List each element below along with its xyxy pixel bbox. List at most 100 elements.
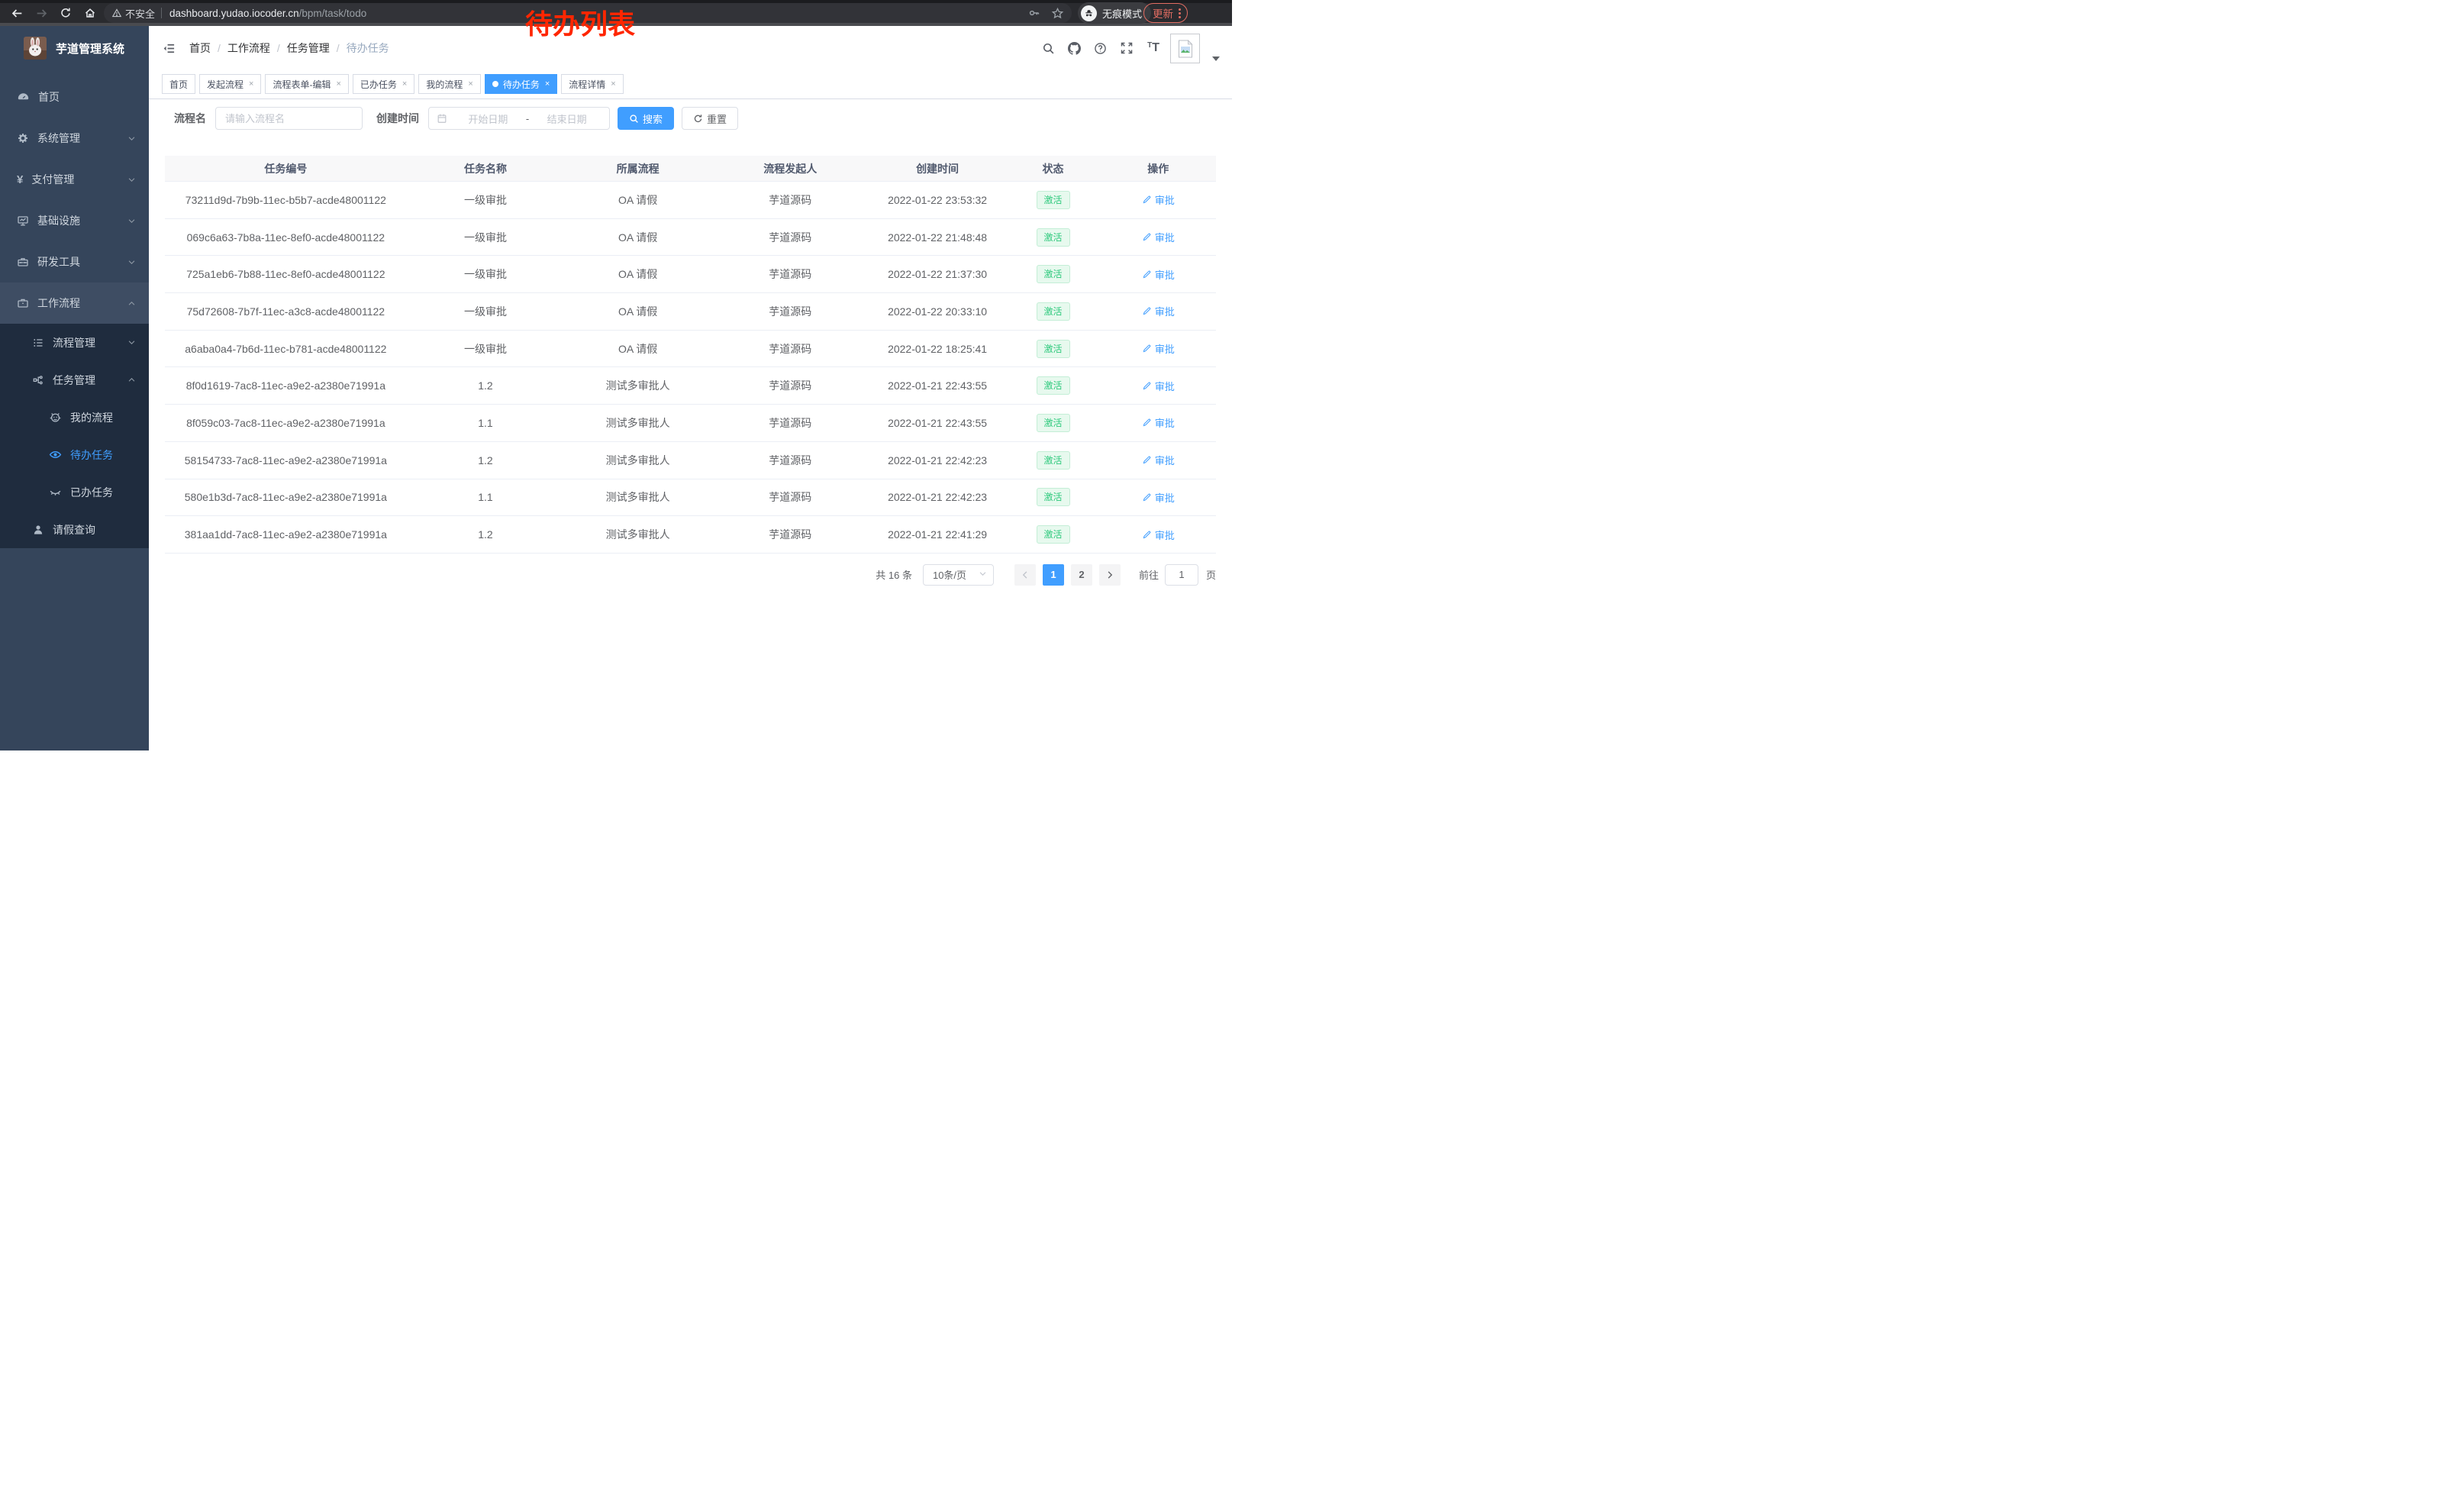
- sidebar-item-todo-task[interactable]: 待办任务: [0, 436, 149, 473]
- breadcrumb-separator: /: [337, 42, 340, 54]
- tab-close-icon[interactable]: ×: [336, 79, 340, 89]
- avatar[interactable]: [1170, 34, 1200, 63]
- cell-name: 1.1: [407, 417, 565, 429]
- status-badge: 激活: [1037, 488, 1070, 506]
- cell-process: OA 请假: [564, 230, 711, 245]
- approve-link[interactable]: 审批: [1142, 267, 1175, 282]
- table-row: 069c6a63-7b8a-11ec-8ef0-acde48001122一级审批…: [165, 219, 1216, 257]
- cell-status: 激活: [1006, 191, 1101, 209]
- tab-close-icon[interactable]: ×: [611, 79, 615, 89]
- reset-button[interactable]: 重置: [682, 107, 738, 130]
- update-label: 更新: [1153, 5, 1173, 21]
- chevron-down-icon: [127, 338, 136, 347]
- next-page-button[interactable]: [1099, 564, 1121, 586]
- approve-link-label: 审批: [1155, 415, 1175, 430]
- cell-id: 75d72608-7b7f-11ec-a3c8-acde48001122: [165, 305, 407, 318]
- process-name-input[interactable]: [215, 107, 363, 130]
- browser-back-icon[interactable]: [9, 5, 24, 21]
- date-range-picker[interactable]: 开始日期 - 结束日期: [428, 107, 610, 130]
- app-logo[interactable]: 芋道管理系统: [0, 26, 149, 70]
- tab-close-icon[interactable]: ×: [468, 79, 472, 89]
- sidebar-item-label: 首页: [38, 89, 60, 105]
- cell-starter: 芋道源码: [711, 527, 869, 542]
- approve-link[interactable]: 审批: [1142, 192, 1175, 207]
- sidebar-item-home[interactable]: 首页: [0, 76, 149, 118]
- sidebar-item-payment[interactable]: ¥支付管理: [0, 159, 149, 200]
- search-icon[interactable]: [1042, 42, 1055, 55]
- avatar-dropdown-caret[interactable]: [1212, 56, 1220, 61]
- font-size-icon[interactable]: TT: [1147, 41, 1159, 55]
- cell-starter: 芋道源码: [711, 230, 869, 245]
- approve-link[interactable]: 审批: [1142, 230, 1175, 244]
- key-icon[interactable]: [1028, 7, 1040, 19]
- table-row: 73211d9d-7b9b-11ec-b5b7-acde48001122一级审批…: [165, 182, 1216, 219]
- approve-link[interactable]: 审批: [1142, 379, 1175, 393]
- briefcase-icon: [17, 297, 29, 309]
- cell-created: 2022-01-21 22:43:55: [869, 379, 1006, 392]
- search-button[interactable]: 搜索: [618, 107, 674, 130]
- browser-home-icon[interactable]: [82, 5, 98, 21]
- tab-home[interactable]: 首页: [162, 74, 195, 94]
- approve-link[interactable]: 审批: [1142, 304, 1175, 318]
- cell-created: 2022-01-22 18:25:41: [869, 343, 1006, 355]
- approve-link[interactable]: 审批: [1142, 490, 1175, 505]
- breadcrumb-separator: /: [277, 42, 280, 54]
- breadcrumb-item[interactable]: 任务管理: [287, 40, 330, 56]
- main-area: 首页/工作流程/任务管理/待办任务 TT 首页发起流程×流程表单-编辑×已办任务…: [149, 26, 1232, 750]
- chevron-down-icon: [127, 176, 136, 184]
- page-size-select[interactable]: 10条/页: [923, 564, 994, 586]
- approve-link[interactable]: 审批: [1142, 528, 1175, 542]
- approve-link-label: 审批: [1155, 230, 1175, 244]
- update-button[interactable]: 更新: [1143, 3, 1188, 23]
- help-icon[interactable]: [1094, 42, 1107, 55]
- incognito-label: 无痕模式: [1102, 6, 1142, 21]
- url-host: dashboard.yudao.iocoder.cn: [169, 8, 299, 19]
- page-button-2[interactable]: 2: [1071, 564, 1092, 586]
- prev-page-button[interactable]: [1014, 564, 1036, 586]
- sidebar-item-process-mgmt[interactable]: 流程管理: [0, 324, 149, 361]
- tab-todo-task[interactable]: 待办任务 ×: [485, 74, 557, 94]
- tab-process-detail[interactable]: 流程详情×: [561, 74, 623, 94]
- browser-menu-icon[interactable]: [1179, 8, 1181, 18]
- approve-link[interactable]: 审批: [1142, 341, 1175, 356]
- sidebar-item-infrastructure[interactable]: 基础设施: [0, 200, 149, 241]
- sidebar-item-label: 流程管理: [53, 335, 95, 350]
- browser-reload-icon[interactable]: [58, 5, 73, 21]
- tab-done-task[interactable]: 已办任务×: [353, 74, 414, 94]
- search-button-icon: [629, 114, 639, 124]
- approve-link[interactable]: 审批: [1142, 415, 1175, 430]
- sidebar-item-leave-query[interactable]: 请假查询: [0, 511, 149, 548]
- tab-close-icon[interactable]: ×: [249, 79, 253, 89]
- sidebar-fold-icon[interactable]: [163, 42, 176, 59]
- content: 流程名 创建时间 开始日期 - 结束日期 搜索: [149, 107, 1232, 586]
- tab-start-process[interactable]: 发起流程×: [199, 74, 261, 94]
- refresh-icon: [693, 114, 703, 124]
- column-header: 操作: [1100, 161, 1215, 176]
- tab-form-edit[interactable]: 流程表单-编辑×: [265, 74, 348, 94]
- sidebar-item-workflow[interactable]: 工作流程: [0, 282, 149, 324]
- cell-id: 381aa1dd-7ac8-11ec-a9e2-a2380e71991a: [165, 528, 407, 541]
- tab-label: 待办任务: [503, 78, 540, 91]
- cell-id: 580e1b3d-7ac8-11ec-a9e2-a2380e71991a: [165, 491, 407, 503]
- sidebar-item-system[interactable]: 系统管理: [0, 118, 149, 159]
- approve-link[interactable]: 审批: [1142, 453, 1175, 467]
- cell-action: 审批: [1100, 453, 1215, 467]
- cell-starter: 芋道源码: [711, 415, 869, 431]
- sidebar-item-done-task[interactable]: 已办任务: [0, 473, 149, 511]
- github-icon[interactable]: [1068, 42, 1081, 55]
- breadcrumb-item[interactable]: 首页: [189, 40, 211, 56]
- browser-forward-icon[interactable]: [34, 5, 49, 21]
- fullscreen-icon[interactable]: [1121, 42, 1133, 54]
- pagination-total: 共 16 条: [876, 567, 912, 582]
- breadcrumb-item[interactable]: 工作流程: [227, 40, 270, 56]
- breadcrumb: 首页/工作流程/任务管理/待办任务: [189, 26, 389, 70]
- bookmark-star-icon[interactable]: [1051, 7, 1064, 20]
- page-button-1[interactable]: 1: [1043, 564, 1064, 586]
- goto-page-input[interactable]: [1165, 564, 1198, 586]
- tab-close-icon[interactable]: ×: [402, 79, 407, 89]
- sidebar-item-task-mgmt[interactable]: 任务管理: [0, 361, 149, 399]
- tab-close-icon[interactable]: ×: [545, 79, 550, 89]
- tab-my-process[interactable]: 我的流程×: [418, 74, 480, 94]
- sidebar-item-my-process[interactable]: 我的流程: [0, 399, 149, 436]
- sidebar-item-dev-tools[interactable]: 研发工具: [0, 241, 149, 282]
